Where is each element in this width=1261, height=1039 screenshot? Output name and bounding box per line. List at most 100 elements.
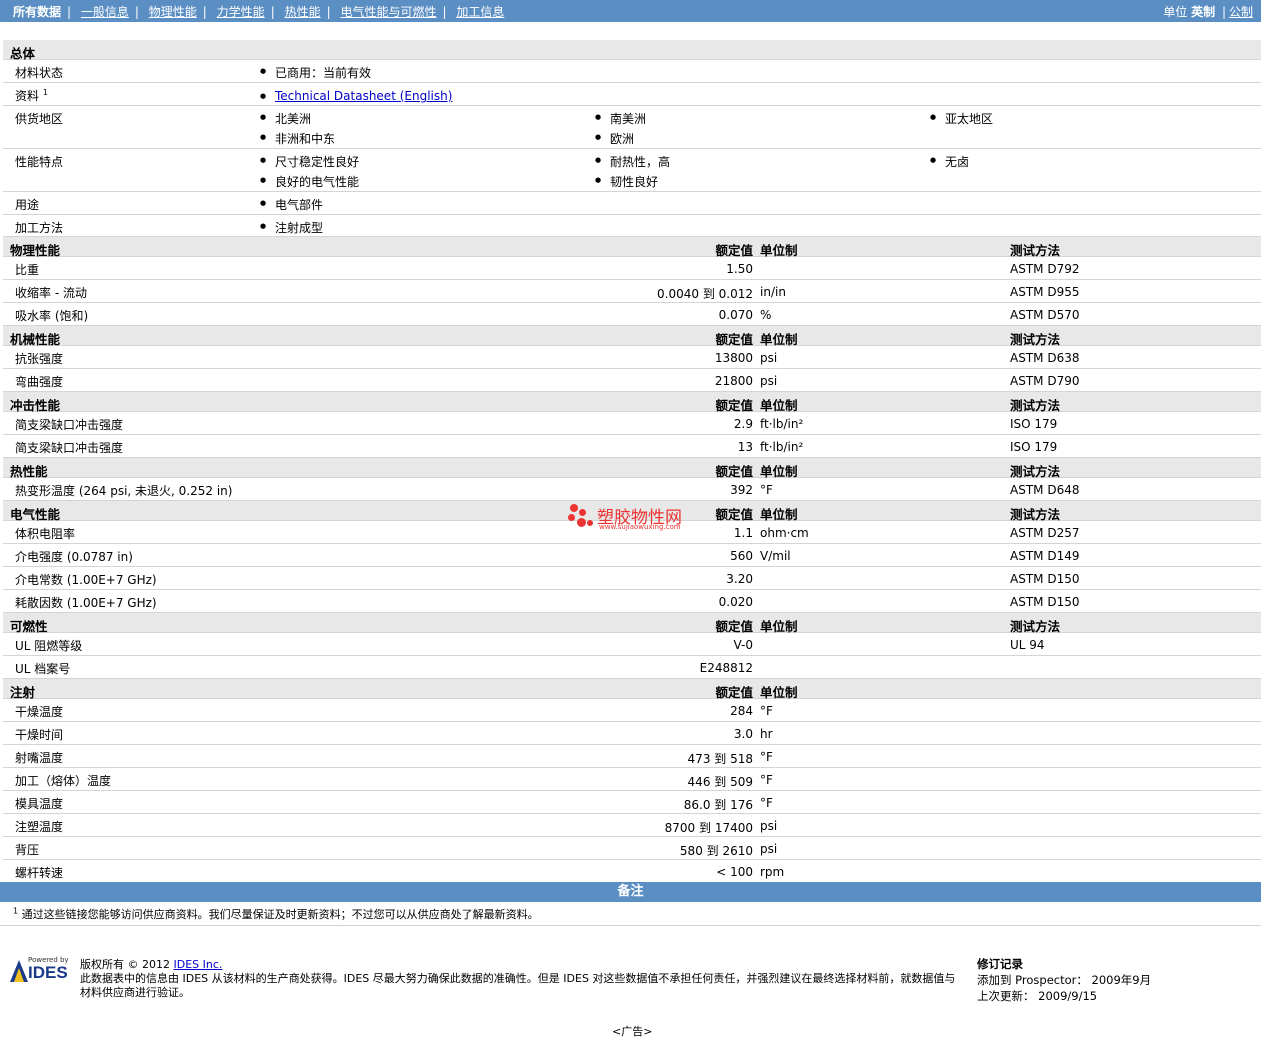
ides-link[interactable]: IDES Inc. bbox=[174, 958, 223, 971]
table-row: 射嘴温度 473 到 518 °F bbox=[3, 745, 1261, 768]
revision-history: 修订记录 添加到 Prospector： 2009年9月 上次更新： 2009/… bbox=[977, 957, 1152, 1003]
property-value: 1.50 bbox=[726, 262, 753, 276]
use-value: 电气部件 bbox=[260, 196, 323, 213]
property-label: 抗张强度 bbox=[15, 352, 64, 366]
revision-title: 修订记录 bbox=[977, 957, 1023, 971]
datasheet-link[interactable]: Technical Datasheet (English) bbox=[260, 89, 452, 103]
test-method: ASTM D257 bbox=[1010, 526, 1080, 540]
property-value: 13800 bbox=[714, 351, 753, 365]
property-value: 21800 bbox=[714, 374, 753, 388]
status-value: 已商用：当前有效 bbox=[260, 64, 371, 81]
tab-electrical[interactable]: 电气性能与可燃性 bbox=[340, 5, 436, 19]
property-value: 580 到 2610 bbox=[679, 844, 753, 858]
ides-wordmark: IDES bbox=[28, 963, 68, 982]
watermark-dot bbox=[570, 504, 578, 512]
region-item: 南美洲 bbox=[595, 110, 646, 127]
property-value: 86.0 到 176 bbox=[683, 798, 753, 812]
property-label: 螺杆转速 bbox=[15, 866, 64, 880]
watermark-dot bbox=[587, 520, 593, 526]
property-unit: in/in bbox=[760, 285, 786, 299]
test-method: ASTM D955 bbox=[1010, 285, 1080, 299]
table-row: 弯曲强度 21800 psi ASTM D790 bbox=[3, 369, 1261, 392]
copyright: 版权所有 © 2012 IDES Inc. 此数据表中的信息由 IDES 从该材… bbox=[80, 958, 956, 999]
table-row: 吸水率 (饱和) 0.070% ASTM D570 bbox=[3, 303, 1261, 326]
tab-thermal[interactable]: 热性能 bbox=[285, 5, 321, 19]
test-method: ISO 179 bbox=[1010, 440, 1058, 454]
property-label: UL 档案号 bbox=[15, 662, 71, 676]
property-unit: ohm·cm bbox=[760, 526, 809, 540]
tab-processing[interactable]: 加工信息 bbox=[456, 5, 504, 19]
property-unit: °F bbox=[760, 796, 773, 810]
property-value: 0.020 bbox=[718, 595, 753, 609]
table-row: 介电常数 (1.00E+7 GHz) 3.20 ASTM D150 bbox=[3, 567, 1261, 590]
revision-added: 2009年9月 bbox=[1091, 973, 1152, 987]
row-label: 资料 1 bbox=[15, 88, 48, 103]
nav-links: 所有数据 | 一般信息 | 物理性能 | 力学性能 | 热性能 | 电气性能与可燃性 | 加… bbox=[13, 5, 505, 19]
test-method: UL 94 bbox=[1010, 638, 1045, 652]
ides-logo[interactable]: Powered by IDES bbox=[8, 956, 72, 986]
property-unit: psi bbox=[760, 374, 778, 388]
watermark-url: www.sujiaowuxing.com bbox=[599, 523, 681, 531]
property-unit: psi bbox=[760, 819, 778, 833]
property-value: 392 bbox=[730, 483, 753, 497]
property-label: 模具温度 bbox=[15, 797, 64, 811]
property-unit: % bbox=[760, 308, 772, 322]
property-label: 背压 bbox=[15, 843, 40, 857]
footnote: 1 通过这些链接您能够访问供应商资料。我们尽量保证及时更新资料；不过您可以从供应… bbox=[13, 906, 539, 921]
ides-logo-icon bbox=[10, 960, 28, 982]
property-unit: V/mil bbox=[760, 549, 791, 563]
section-mechanical: 机械性能 额定值 单位制 测试方法 bbox=[3, 326, 1261, 347]
property-unit: °F bbox=[760, 773, 773, 787]
property-value: 560 bbox=[730, 549, 753, 563]
property-label: 简支梁缺口冲击强度 bbox=[15, 418, 124, 432]
property-label: 注塑温度 bbox=[15, 820, 64, 834]
test-method: ASTM D150 bbox=[1010, 572, 1080, 586]
region-item: 非洲和中东 bbox=[260, 130, 335, 147]
table-row: 螺杆转速 < 100 rpm bbox=[3, 860, 1261, 883]
table-row: 干燥时间 3.0 hr bbox=[3, 722, 1261, 745]
feature-item: 韧性良好 bbox=[595, 173, 658, 190]
tab-general[interactable]: 一般信息 bbox=[81, 5, 129, 19]
test-method: ASTM D149 bbox=[1010, 549, 1080, 563]
test-method: ASTM D638 bbox=[1010, 351, 1080, 365]
section-impact: 冲击性能 额定值 单位制 测试方法 bbox=[3, 392, 1261, 413]
row-use: 用途 电气部件 bbox=[3, 192, 1261, 215]
section-thermal: 热性能 额定值 单位制 测试方法 bbox=[3, 458, 1261, 479]
region-item: 欧洲 bbox=[595, 130, 634, 147]
unit-metric[interactable]: 公制 bbox=[1229, 5, 1253, 19]
property-label: 耗散因数 (1.00E+7 GHz) bbox=[15, 596, 157, 610]
feature-item: 无卤 bbox=[930, 153, 969, 170]
tab-physical[interactable]: 物理性能 bbox=[149, 5, 197, 19]
tab-all-data[interactable]: 所有数据 bbox=[13, 5, 61, 19]
property-value: V-0 bbox=[733, 638, 753, 652]
section-flammability: 可燃性 额定值 单位制 测试方法 bbox=[3, 613, 1261, 634]
property-value: E248812 bbox=[699, 661, 753, 675]
property-groups: 物理性能 额定值 单位制 测试方法 比重 1.50 ASTM D792 收缩率 - 流动 0.0… bbox=[3, 237, 1261, 883]
region-item: 北美洲 bbox=[260, 110, 311, 127]
property-unit: °F bbox=[760, 750, 773, 764]
property-value: 0.0040 到 0.012 bbox=[657, 287, 753, 301]
table-row: 背压 580 到 2610 psi bbox=[3, 837, 1261, 860]
feature-item: 尺寸稳定性良好 bbox=[260, 153, 359, 170]
table-row: UL 档案号 E248812 bbox=[3, 656, 1261, 679]
notes-bar: 备注 bbox=[0, 882, 1261, 902]
property-label: 介电常数 (1.00E+7 GHz) bbox=[15, 573, 157, 587]
row-label: 用途 bbox=[15, 198, 40, 212]
ad-label: <广告> bbox=[612, 1025, 653, 1038]
property-value: 473 到 518 bbox=[687, 752, 753, 766]
row-docs: 资料 1 Technical Datasheet (English) bbox=[3, 83, 1261, 106]
property-unit: ft·lb/in² bbox=[760, 440, 804, 454]
table-row: 简支梁缺口冲击强度 13 ft·lb/in² ISO 179 bbox=[3, 435, 1261, 458]
row-process: 加工方法 注射成型 bbox=[3, 215, 1261, 237]
property-unit: °F bbox=[760, 704, 773, 718]
table-row: 耗散因数 (1.00E+7 GHz) 0.020 ASTM D150 bbox=[3, 590, 1261, 613]
property-label: 弯曲强度 bbox=[15, 375, 64, 389]
unit-english[interactable]: 英制 bbox=[1191, 5, 1215, 19]
property-value: 284 bbox=[730, 704, 753, 718]
datasheet: 总体 材料状态 已商用：当前有效 资料 1 Technical Datashee… bbox=[3, 40, 1261, 883]
table-row: 收缩率 - 流动 0.0040 到 0.012 in/in ASTM D955 bbox=[3, 280, 1261, 303]
tab-mechanical[interactable]: 力学性能 bbox=[217, 5, 265, 19]
row-label: 材料状态 bbox=[15, 66, 64, 80]
watermark-dot bbox=[568, 514, 575, 521]
test-method: ASTM D790 bbox=[1010, 374, 1080, 388]
